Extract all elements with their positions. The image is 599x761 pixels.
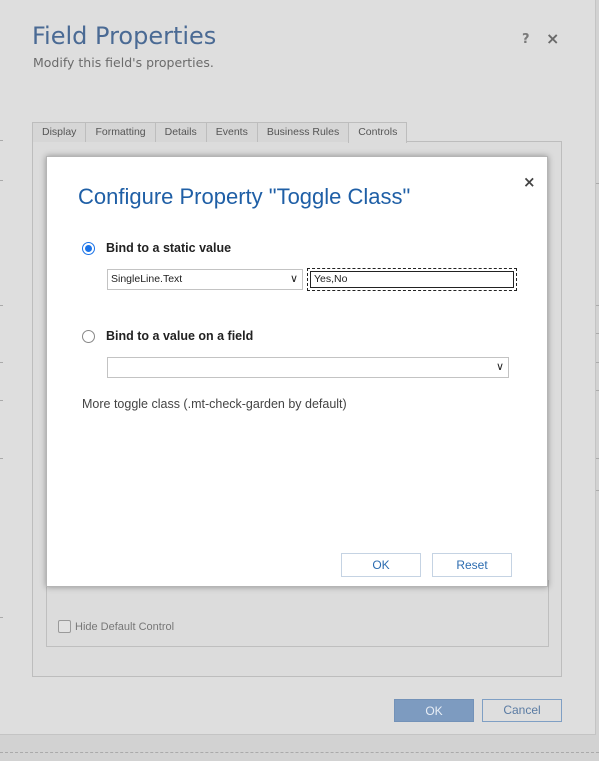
close-icon[interactable]: × xyxy=(523,173,536,191)
dialog-subtitle: Modify this field's properties. xyxy=(33,55,214,70)
divider xyxy=(0,752,599,753)
hide-default-control-label: Hide Default Control xyxy=(75,620,175,633)
bind-field-label: Bind to a value on a field xyxy=(106,329,254,343)
bind-field-radio[interactable] xyxy=(82,329,95,343)
modal-ok-button[interactable]: OK xyxy=(341,553,421,577)
bind-static-radio[interactable] xyxy=(82,241,95,255)
chevron-down-icon: ∨ xyxy=(289,273,298,285)
property-description: More toggle class (.mt-check-garden by d… xyxy=(82,397,347,411)
tab-business-rules[interactable]: Business Rules xyxy=(256,122,350,142)
value-type-select-value: SingleLine.Text xyxy=(111,273,183,285)
tab-controls[interactable]: Controls xyxy=(348,122,408,143)
tab-bar: Display Formatting Details Events Busine… xyxy=(32,122,408,143)
bind-field-option[interactable]: Bind to a value on a field xyxy=(82,329,253,343)
dialog-title: Field Properties xyxy=(32,22,217,50)
configure-property-modal: Configure Property "Toggle Class" × Bind… xyxy=(46,156,548,587)
chevron-down-icon: ∨ xyxy=(495,361,504,373)
modal-title: Configure Property "Toggle Class" xyxy=(78,184,411,209)
close-icon[interactable]: × xyxy=(546,29,559,48)
help-icon[interactable]: ? xyxy=(522,32,530,47)
static-value-text[interactable]: Yes,No xyxy=(310,271,514,288)
tab-details[interactable]: Details xyxy=(154,122,207,142)
hide-default-control[interactable]: Hide Default Control xyxy=(58,620,174,633)
dialog-ok-button[interactable]: OK xyxy=(394,699,474,722)
static-value-input[interactable]: Yes,No xyxy=(307,268,517,291)
controls-section xyxy=(46,580,549,647)
modal-reset-button[interactable]: Reset xyxy=(432,553,512,577)
hide-default-control-checkbox[interactable] xyxy=(58,620,71,633)
field-select[interactable]: ∨ xyxy=(107,357,509,378)
tab-display[interactable]: Display xyxy=(32,122,87,142)
bind-static-label: Bind to a static value xyxy=(106,241,232,255)
tab-formatting[interactable]: Formatting xyxy=(85,122,156,142)
value-type-select[interactable]: SingleLine.Text ∨ xyxy=(107,269,303,290)
bind-static-option[interactable]: Bind to a static value xyxy=(82,241,231,255)
tab-events[interactable]: Events xyxy=(205,122,258,142)
dialog-cancel-button[interactable]: Cancel xyxy=(482,699,562,722)
